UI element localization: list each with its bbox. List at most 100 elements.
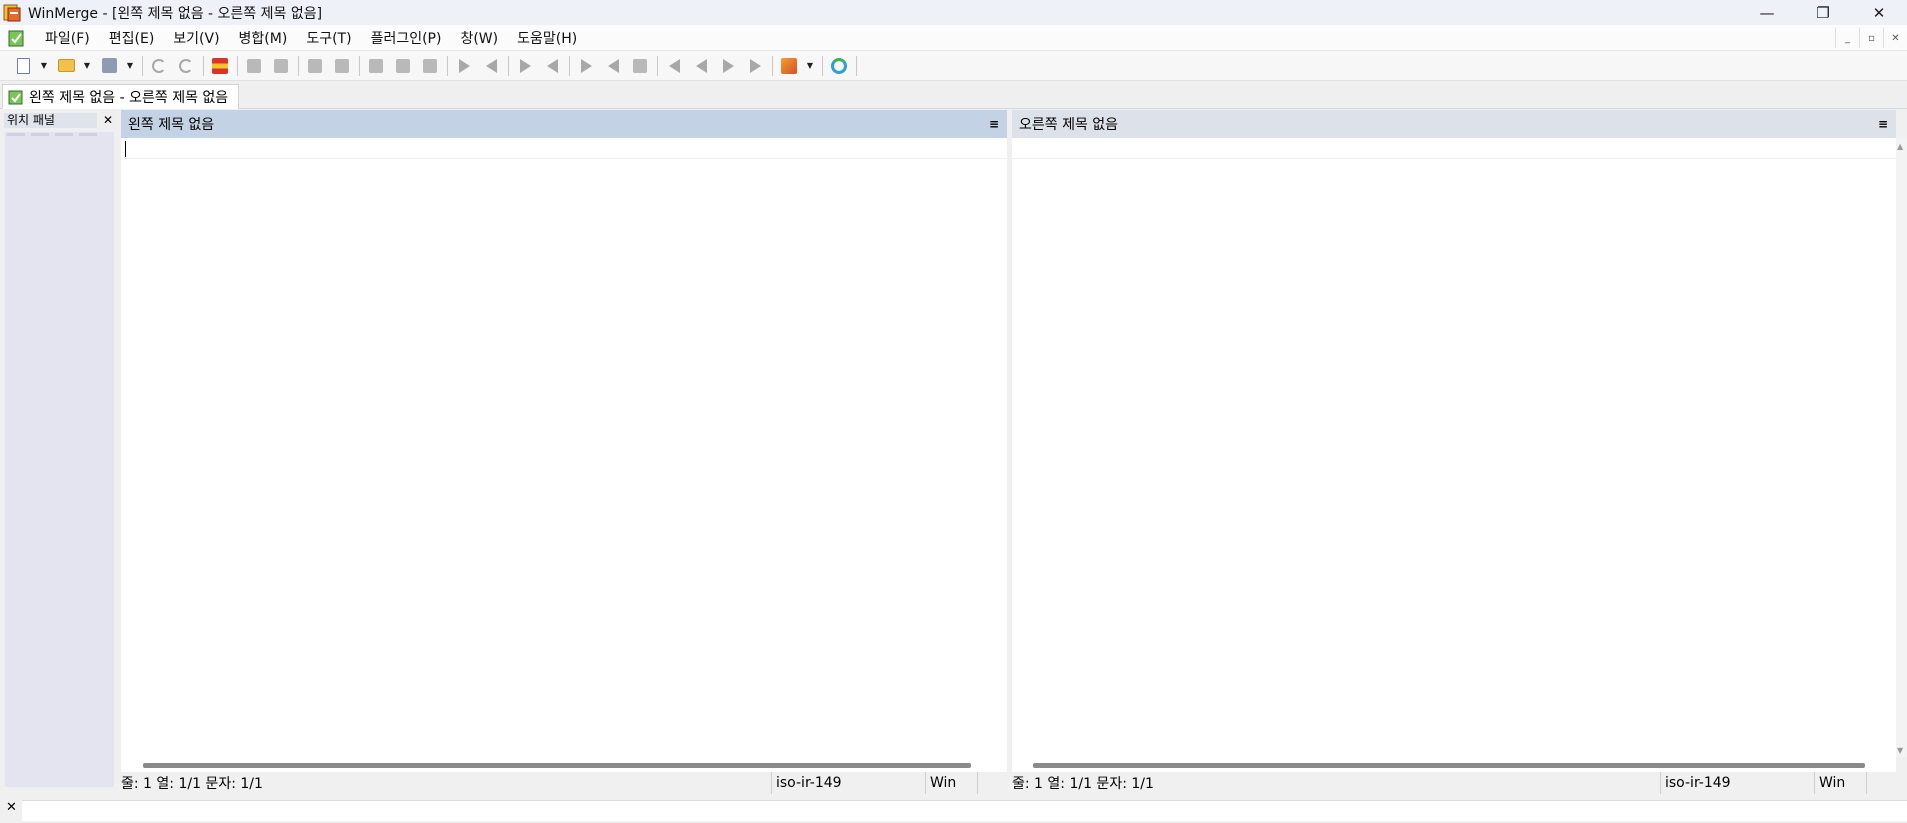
last-diff-icon[interactable]	[331, 55, 353, 77]
refresh-icon[interactable]	[828, 55, 850, 77]
document-icon[interactable]	[6, 28, 28, 48]
tab-comparison[interactable]: 왼쪽 제목 없음 - 오른쪽 제목 없음	[2, 84, 240, 109]
toolbar-separator	[237, 55, 238, 76]
diff-bar-close-icon[interactable]: ✕	[6, 800, 17, 815]
next-diff-icon[interactable]	[243, 55, 265, 77]
left-scroll-thumb[interactable]	[143, 763, 971, 768]
copy-all-left-icon[interactable]	[602, 55, 624, 77]
mdi-close-button[interactable]: ✕	[1883, 28, 1907, 48]
new-document-icon[interactable]	[12, 55, 34, 77]
toolbar-separator	[569, 55, 570, 76]
next-conflict-icon[interactable]	[392, 55, 414, 77]
right-pane-header: 오른쪽 제목 없음 ≡	[1012, 110, 1896, 138]
redo-icon[interactable]	[175, 55, 197, 77]
mdi-controls: _ ▫ ✕	[1835, 28, 1907, 48]
copy-right-icon[interactable]	[453, 55, 475, 77]
location-pane-title: 위치 패널	[4, 112, 97, 128]
new-dropdown-icon[interactable]: ▼	[39, 55, 49, 77]
left-editor-line[interactable]	[121, 138, 1007, 159]
location-pane: 위치 패널 ✕	[0, 110, 118, 790]
menu-bar: 파일(F) 편집(E) 보기(V) 병합(M) 도구(T) 플러그인(P) 창(…	[0, 25, 1907, 51]
tab-label: 왼쪽 제목 없음 - 오른쪽 제목 없음	[29, 90, 229, 106]
right-editor-pane: 오른쪽 제목 없음 ≡	[1012, 110, 1896, 772]
open-dropdown-icon[interactable]: ▼	[82, 55, 92, 77]
right-pane-menu-icon[interactable]: ≡	[1878, 117, 1888, 131]
right-editor-line[interactable]	[1012, 138, 1896, 159]
save-icon[interactable]	[98, 55, 120, 77]
prev-change-icon[interactable]	[690, 55, 712, 77]
title-bar: WinMerge - [왼쪽 제목 없음 - 오른쪽 제목 없음] — ❐ ✕	[0, 0, 1907, 25]
toolbar-separator	[508, 55, 509, 76]
toolbar-separator	[772, 55, 773, 76]
toolbar-separator	[657, 55, 658, 76]
right-scroll-thumb[interactable]	[1033, 763, 1865, 768]
right-status-bar: 줄: 1 열: 1/1 문자: 1/1 iso-ir-149 Win	[1012, 772, 1896, 794]
right-encoding[interactable]: iso-ir-149	[1660, 772, 1814, 794]
diff-detail-field[interactable]	[22, 800, 1907, 821]
copy-left-advance-icon[interactable]	[541, 55, 563, 77]
window-controls: — ❐ ✕	[1739, 0, 1907, 25]
toolbar-separator	[856, 55, 857, 76]
location-pane-header: 위치 패널 ✕	[4, 112, 114, 128]
left-pane-title: 왼쪽 제목 없음	[128, 117, 215, 133]
right-horizontal-scrollbar[interactable]	[1012, 758, 1896, 772]
menu-merge[interactable]: 병합(M)	[230, 28, 298, 48]
first-diff-icon[interactable]	[304, 55, 326, 77]
compare-document-icon	[8, 89, 24, 105]
close-button[interactable]: ✕	[1851, 0, 1907, 25]
left-pane-menu-icon[interactable]: ≡	[989, 117, 999, 131]
undo-icon[interactable]	[148, 55, 170, 77]
mdi-minimize-button[interactable]: _	[1835, 28, 1859, 48]
menu-window[interactable]: 창(W)	[451, 28, 508, 48]
toolbar-separator	[822, 55, 823, 76]
diff-detail-bar: ✕	[0, 797, 1907, 823]
copy-all-right-icon[interactable]	[575, 55, 597, 77]
left-encoding[interactable]: iso-ir-149	[771, 772, 925, 794]
toolbar-separator	[142, 55, 143, 76]
left-eol-style[interactable]: Win	[925, 772, 977, 794]
menu-tools[interactable]: 도구(T)	[297, 28, 361, 48]
right-status-spacer	[1866, 772, 1896, 794]
tools-dropdown-icon[interactable]: ▼	[805, 55, 815, 77]
left-status-spacer	[977, 772, 1007, 794]
toolbar-separator	[447, 55, 448, 76]
vertical-scrollbar[interactable]: ▲ ▼	[1896, 138, 1907, 757]
prev-diff-icon[interactable]	[270, 55, 292, 77]
menu-help[interactable]: 도움말(H)	[508, 28, 587, 48]
left-cursor-position: 줄: 1 열: 1/1 문자: 1/1	[121, 776, 263, 792]
copy-left-icon[interactable]	[480, 55, 502, 77]
minimize-button[interactable]: —	[1739, 0, 1795, 25]
first-change-icon[interactable]	[663, 55, 685, 77]
right-eol-style[interactable]: Win	[1814, 772, 1866, 794]
toolbar-separator	[203, 55, 204, 76]
location-pane-close-icon[interactable]: ✕	[103, 113, 113, 127]
left-editor-pane: 왼쪽 제목 없음 ≡	[121, 110, 1007, 772]
mdi-restore-button[interactable]: ▫	[1859, 28, 1883, 48]
current-diff-icon[interactable]	[365, 55, 387, 77]
open-folder-icon[interactable]	[55, 55, 77, 77]
restore-button[interactable]: ❐	[1795, 0, 1851, 25]
left-horizontal-scrollbar[interactable]	[121, 758, 1007, 772]
save-dropdown-icon[interactable]: ▼	[125, 55, 135, 77]
scroll-up-icon[interactable]: ▲	[1897, 142, 1903, 151]
menu-view[interactable]: 보기(V)	[164, 28, 229, 48]
right-cursor-position: 줄: 1 열: 1/1 문자: 1/1	[1012, 776, 1154, 792]
last-change-icon[interactable]	[744, 55, 766, 77]
winmerge-app-icon[interactable]	[2, 3, 22, 23]
text-caret	[125, 141, 126, 157]
toolbar-separator	[298, 55, 299, 76]
location-pane-map[interactable]	[5, 132, 114, 787]
prev-conflict-icon[interactable]	[419, 55, 441, 77]
next-change-icon[interactable]	[717, 55, 739, 77]
toolbar-separator	[359, 55, 360, 76]
merge-all-icon[interactable]	[629, 55, 651, 77]
compare-icon[interactable]	[209, 55, 231, 77]
tools-icon[interactable]	[778, 55, 800, 77]
menu-plugins[interactable]: 플러그인(P)	[362, 28, 452, 48]
copy-right-advance-icon[interactable]	[514, 55, 536, 77]
menu-edit[interactable]: 편집(E)	[100, 28, 165, 48]
right-pane-title: 오른쪽 제목 없음	[1019, 117, 1119, 133]
window-title: WinMerge - [왼쪽 제목 없음 - 오른쪽 제목 없음]	[28, 5, 323, 22]
menu-file[interactable]: 파일(F)	[36, 28, 100, 48]
scroll-down-icon[interactable]: ▼	[1897, 746, 1903, 755]
